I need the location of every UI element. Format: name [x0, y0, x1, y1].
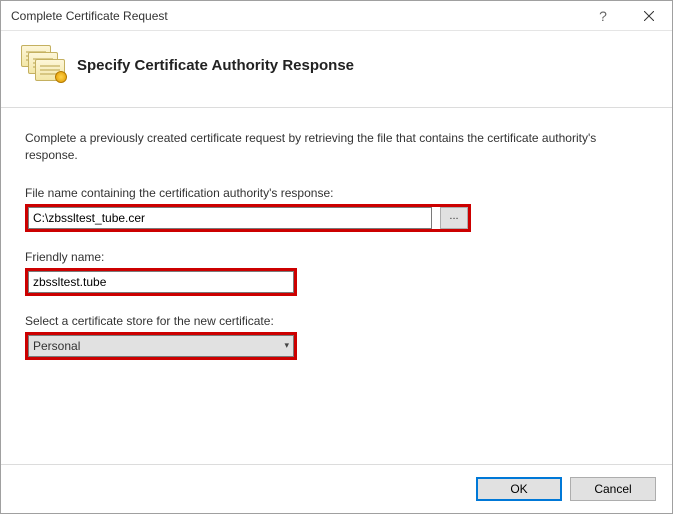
store-label: Select a certificate store for the new c… — [25, 314, 648, 328]
close-icon[interactable] — [626, 1, 672, 30]
certificate-icon — [21, 45, 61, 85]
file-label: File name containing the certification a… — [25, 186, 648, 200]
header-title: Specify Certificate Authority Response — [77, 57, 354, 74]
friendly-highlight — [25, 268, 297, 296]
dialog-header: Specify Certificate Authority Response — [1, 31, 672, 108]
help-icon[interactable]: ? — [580, 1, 626, 30]
titlebar-controls: ? — [580, 1, 672, 30]
certificate-store-select[interactable]: Personal ▾ — [28, 335, 294, 357]
file-name-input[interactable] — [28, 207, 432, 229]
store-selected-value: Personal — [33, 339, 284, 353]
dialog-footer: OK Cancel — [1, 464, 672, 513]
file-highlight: ... — [25, 204, 471, 232]
friendly-name-input[interactable] — [28, 271, 294, 293]
chevron-down-icon: ▾ — [284, 340, 289, 351]
window-title: Complete Certificate Request — [11, 9, 580, 23]
dialog-content: Complete a previously created certificat… — [1, 108, 672, 464]
friendly-label: Friendly name: — [25, 250, 648, 264]
ok-button[interactable]: OK — [476, 477, 562, 501]
dialog-window: Complete Certificate Request ? Specify C… — [0, 0, 673, 514]
titlebar: Complete Certificate Request ? — [1, 1, 672, 31]
description-text: Complete a previously created certificat… — [25, 130, 625, 164]
cancel-button[interactable]: Cancel — [570, 477, 656, 501]
browse-button[interactable]: ... — [440, 207, 468, 229]
store-highlight: Personal ▾ — [25, 332, 297, 360]
